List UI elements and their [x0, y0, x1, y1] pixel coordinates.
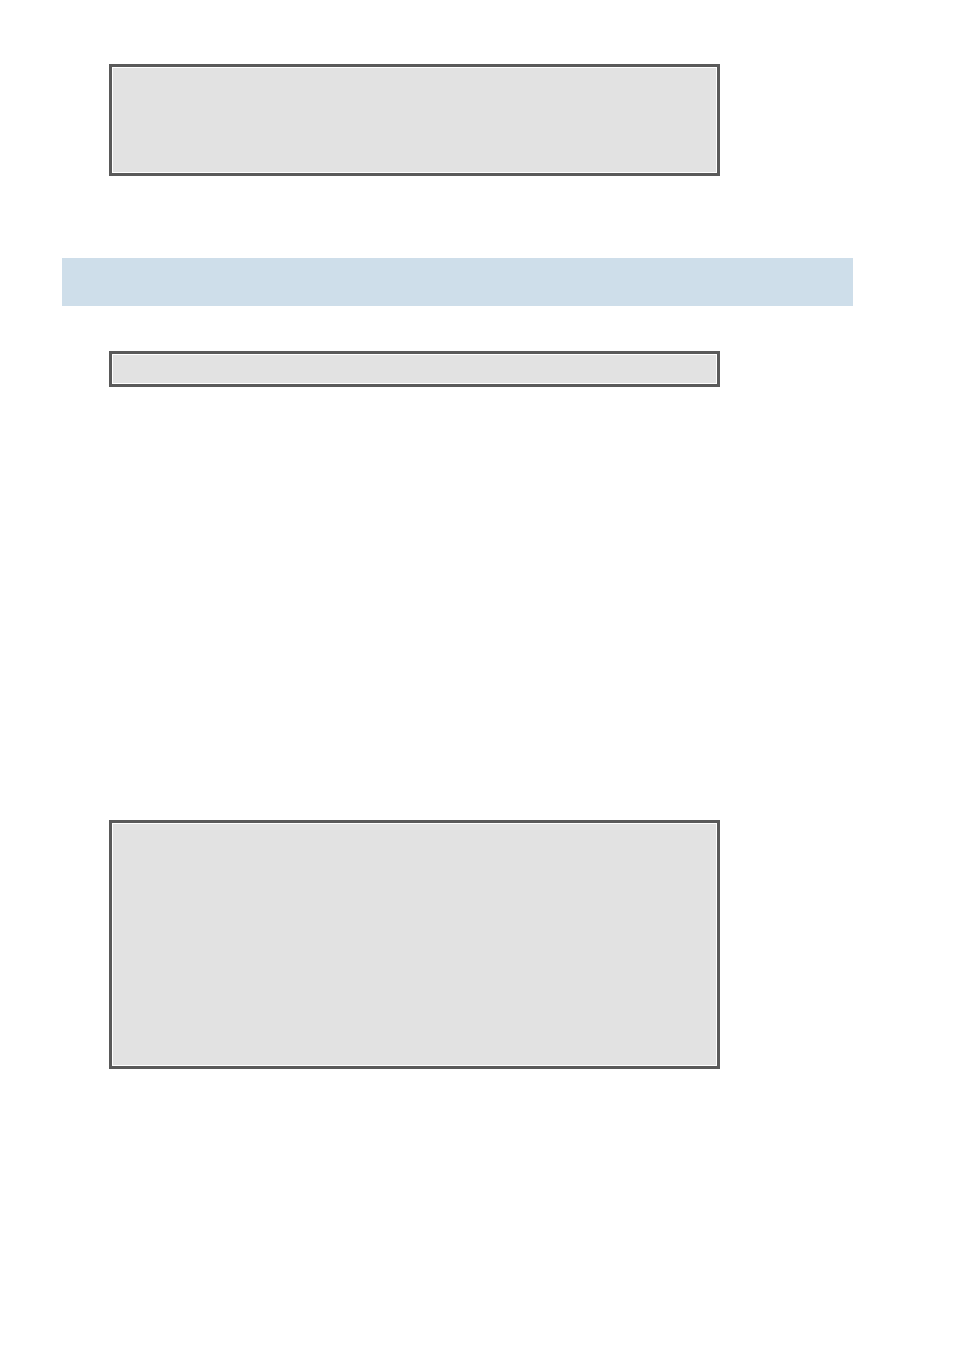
content-box-1 — [109, 64, 720, 176]
highlight-band — [62, 258, 853, 306]
content-box-2 — [109, 351, 720, 387]
content-box-3 — [109, 820, 720, 1069]
